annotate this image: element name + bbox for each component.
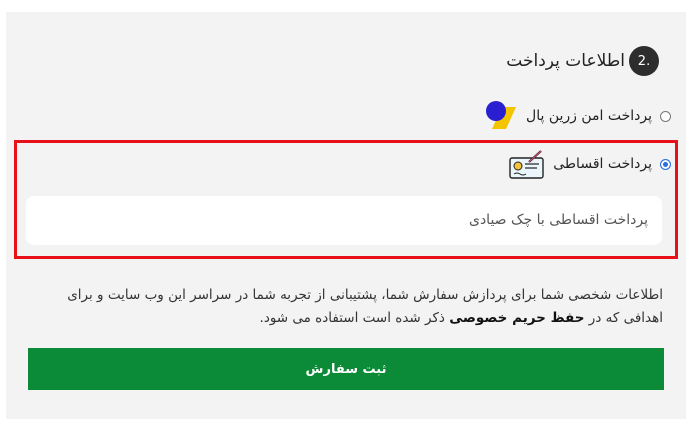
privacy-text-after: ذکر شده است استفاده می شود. (259, 310, 445, 326)
zarinpal-label: پرداخت امن زرین پال (526, 108, 652, 124)
payment-description-box: پرداخت اقساطی با چک صیادی (26, 196, 662, 245)
payment-description-text: پرداخت اقساطی با چک صیادی (468, 212, 648, 228)
section-title: اطلاعات پرداخت (506, 51, 625, 71)
privacy-notice: اطلاعات شخصی شما برای پردازش سفارش شما، … (28, 284, 663, 330)
privacy-policy-link[interactable]: حفظ حریم خصوصی (449, 310, 584, 326)
step-number-badge: 2. (629, 46, 659, 76)
place-order-button[interactable]: ثبت سفارش (28, 348, 664, 390)
zarinpal-logo-icon (484, 99, 518, 133)
zarinpal-radio[interactable] (660, 110, 671, 122)
payment-section-header: 2. اطلاعات پرداخت (506, 46, 659, 76)
payment-option-zarinpal[interactable]: پرداخت امن زرین پال (484, 99, 671, 133)
